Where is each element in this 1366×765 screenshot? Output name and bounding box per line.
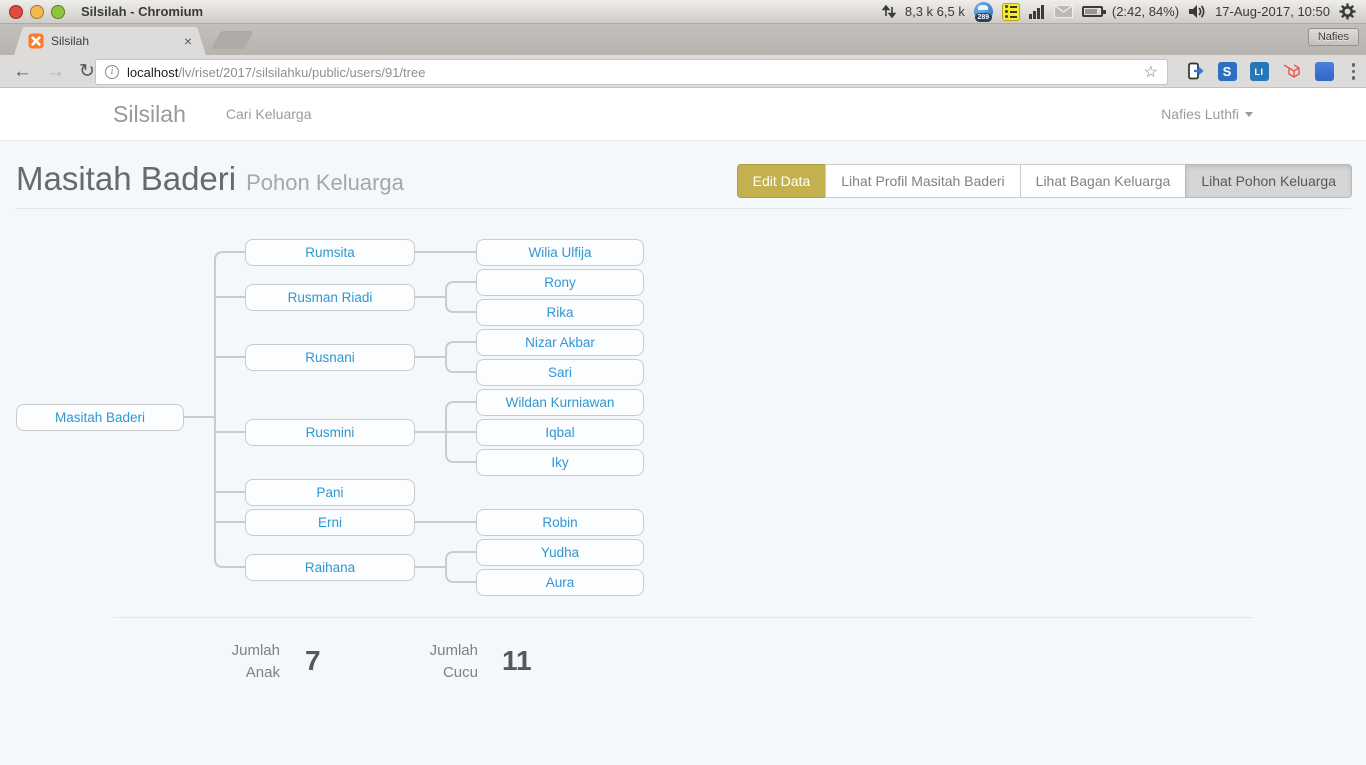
- new-tab-button[interactable]: [211, 31, 254, 49]
- browser-tab-silsilah[interactable]: Silsilah ×: [14, 27, 206, 55]
- stat-value-anak: 7: [305, 645, 321, 677]
- browser-menu-icon[interactable]: [1347, 63, 1361, 80]
- tree-node[interactable]: Rusnani: [245, 344, 415, 371]
- tree-node[interactable]: Raihana: [245, 554, 415, 581]
- tree-node[interactable]: Sari: [476, 359, 644, 386]
- network-updown-icon[interactable]: [882, 4, 896, 19]
- extension-blue-icon[interactable]: [1315, 62, 1334, 81]
- tree-node[interactable]: Nizar Akbar: [476, 329, 644, 356]
- gear-icon[interactable]: [1339, 3, 1356, 20]
- browser-toolbar: ← → ↻ i localhost/lv/riset/2017/silsilah…: [0, 55, 1366, 88]
- window-controls: [9, 5, 65, 19]
- system-tray: 8,3 k 6,5 k 289 (2:42, 84%) 17-Aug-2017,…: [882, 2, 1366, 21]
- url-path: /lv/riset/2017/silsilahku/public/users/9…: [178, 65, 425, 80]
- window-title: Silsilah - Chromium: [81, 4, 203, 19]
- header-divider: [15, 208, 1351, 209]
- mail-icon[interactable]: [1054, 5, 1073, 18]
- stats-divider: [113, 617, 1253, 618]
- xampp-favicon: [28, 33, 44, 49]
- site-info-icon[interactable]: i: [105, 65, 119, 79]
- person-name: Masitah Baderi: [16, 160, 236, 197]
- send-to-phone-icon[interactable]: [1185, 62, 1205, 81]
- clock-text: 17-Aug-2017, 10:50: [1215, 4, 1330, 19]
- window-maximize-button[interactable]: [51, 5, 65, 19]
- window-close-button[interactable]: [9, 5, 23, 19]
- extension-s-icon[interactable]: S: [1218, 62, 1237, 81]
- url-host: localhost: [127, 65, 178, 80]
- back-button[interactable]: ←: [6, 62, 39, 81]
- laravel-extension-icon[interactable]: [1282, 63, 1302, 81]
- tree-node[interactable]: Masitah Baderi: [16, 404, 184, 431]
- battery-status-text: (2:42, 84%): [1112, 4, 1179, 19]
- page-subtitle: Pohon Keluarga: [246, 170, 404, 195]
- stat-label-anak: JumlahAnak: [150, 640, 280, 684]
- chevron-down-icon: [1245, 112, 1253, 117]
- stat-label-cucu: JumlahCucu: [348, 640, 478, 684]
- site-navbar: Silsilah Cari Keluarga Nafies Luthfi: [0, 88, 1366, 141]
- user-name: Nafies Luthfi: [1161, 106, 1239, 122]
- forward-button: →: [39, 62, 72, 81]
- tree-node[interactable]: Rusmini: [245, 419, 415, 446]
- tree-node[interactable]: Iqbal: [476, 419, 644, 446]
- tasks-indicator-icon[interactable]: [1002, 3, 1020, 21]
- tree-node[interactable]: Rony: [476, 269, 644, 296]
- tree-node[interactable]: Rusman Riadi: [245, 284, 415, 311]
- nav-link-cari-keluarga[interactable]: Cari Keluarga: [226, 106, 312, 122]
- action-button-group: Edit Data Lihat Profil Masitah Baderi Li…: [737, 164, 1352, 198]
- battery-icon[interactable]: [1082, 6, 1103, 17]
- tree-node[interactable]: Iky: [476, 449, 644, 476]
- page-title: Masitah Baderi Pohon Keluarga: [16, 160, 404, 198]
- tree-node[interactable]: Aura: [476, 569, 644, 596]
- edit-data-button[interactable]: Edit Data: [737, 164, 827, 198]
- tab-title: Silsilah: [51, 34, 177, 48]
- extension-li-icon[interactable]: LI: [1250, 62, 1269, 81]
- lihat-profil-button[interactable]: Lihat Profil Masitah Baderi: [825, 164, 1020, 198]
- indicator-globe-icon[interactable]: 289: [974, 2, 993, 21]
- tree-node[interactable]: Yudha: [476, 539, 644, 566]
- tree-node[interactable]: Pani: [245, 479, 415, 506]
- tree-node[interactable]: Rika: [476, 299, 644, 326]
- brand-link[interactable]: Silsilah: [113, 101, 186, 128]
- browser-tab-strip: Silsilah × Nafies: [0, 24, 1366, 55]
- tree-node[interactable]: Erni: [245, 509, 415, 536]
- tree-node[interactable]: Robin: [476, 509, 644, 536]
- window-minimize-button[interactable]: [30, 5, 44, 19]
- network-speed-text: 8,3 k 6,5 k: [905, 4, 965, 19]
- extension-bar: S LI: [1185, 55, 1361, 88]
- lihat-pohon-button[interactable]: Lihat Pohon Keluarga: [1185, 164, 1352, 198]
- stat-value-cucu: 11: [502, 645, 532, 677]
- volume-icon[interactable]: [1188, 4, 1206, 19]
- browser-profile-button[interactable]: Nafies: [1308, 28, 1359, 46]
- tree-node[interactable]: Wilia Ulfija: [476, 239, 644, 266]
- tree-node[interactable]: Wildan Kurniawan: [476, 389, 644, 416]
- desktop-top-panel: Silsilah - Chromium 8,3 k 6,5 k 289 (2:4…: [0, 0, 1366, 24]
- user-dropdown[interactable]: Nafies Luthfi: [1161, 106, 1253, 122]
- address-bar[interactable]: i localhost/lv/riset/2017/silsilahku/pub…: [95, 59, 1168, 85]
- lihat-bagan-button[interactable]: Lihat Bagan Keluarga: [1020, 164, 1187, 198]
- indicator-count-badge: 289: [975, 13, 992, 22]
- signal-bars-icon[interactable]: [1029, 4, 1045, 19]
- tab-close-icon[interactable]: ×: [184, 34, 192, 48]
- tree-node[interactable]: Rumsita: [245, 239, 415, 266]
- bookmark-star-icon[interactable]: ☆: [1144, 62, 1158, 82]
